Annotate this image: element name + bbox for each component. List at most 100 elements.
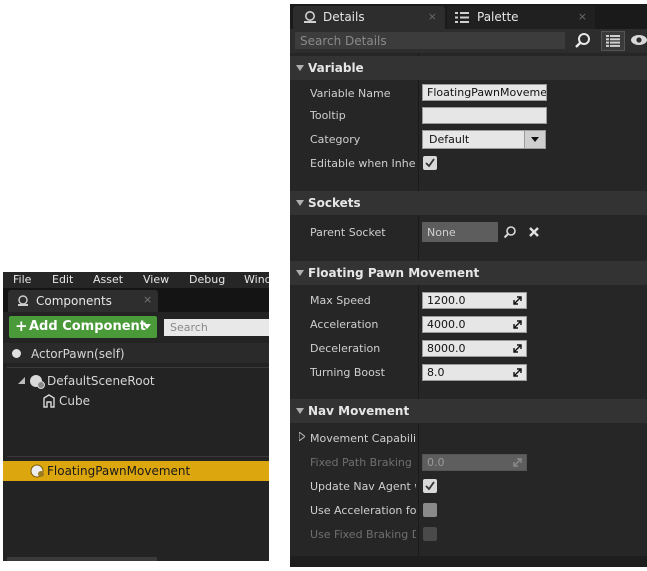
tree-item-cube[interactable]: Cube (3, 391, 269, 411)
fixed-path-braking-label: Fixed Path Braking Distance (310, 456, 416, 469)
use-fixed-braking-label: Use Fixed Braking Distance for Paths (310, 528, 416, 541)
use-acceleration-paths-checkbox[interactable] (423, 503, 437, 517)
update-nav-agent-checkbox[interactable] (423, 479, 437, 493)
search-icon[interactable] (573, 32, 593, 50)
palette-tab-label: Palette (477, 10, 519, 24)
use-fixed-braking-checkbox (423, 527, 437, 541)
menu-file[interactable]: File (13, 273, 31, 286)
plus-icon: + (15, 317, 28, 335)
tooltip-field[interactable] (422, 107, 547, 124)
tree-item-label: DefaultSceneRoot (47, 374, 155, 388)
checkmark-icon (425, 481, 435, 491)
drag-resize-icon[interactable] (513, 320, 522, 329)
turning-boost-value: 8.0 (427, 366, 445, 379)
category-floating-pawn-movement[interactable]: Floating Pawn Movement (290, 261, 647, 285)
acceleration-label: Acceleration (310, 318, 379, 331)
parent-socket-label: Parent Socket (310, 226, 386, 239)
components-tab-icon (18, 295, 28, 306)
max-speed-field[interactable]: 1200.0 (422, 292, 527, 309)
parent-socket-value: None (427, 226, 456, 239)
category-value: Default (429, 133, 470, 146)
menu-view[interactable]: View (143, 273, 169, 286)
details-tab-label: Details (323, 10, 365, 24)
add-component-button[interactable]: + Add Component (9, 316, 157, 338)
close-icon[interactable]: × (143, 293, 152, 306)
tab-details[interactable]: Details × (293, 6, 445, 29)
checkmark-icon (425, 158, 435, 168)
actor-row[interactable]: ActorPawn(self) (3, 343, 269, 363)
collapse-arrow-icon (296, 270, 304, 276)
parent-socket-field[interactable]: None (422, 222, 498, 242)
acceleration-field[interactable]: 4000.0 (422, 316, 527, 333)
menu-bar: File Edit Asset View Debug Wind (3, 272, 269, 288)
editable-inherited-label: Editable when Inherited (310, 157, 416, 170)
menu-edit[interactable]: Edit (52, 273, 73, 286)
acceleration-value: 4000.0 (427, 318, 466, 331)
components-tab-label: Components (36, 294, 112, 308)
drag-resize-icon[interactable] (513, 296, 522, 305)
turning-boost-label: Turning Boost (310, 366, 385, 379)
expand-arrow-icon[interactable] (299, 432, 305, 441)
tree-divider (7, 456, 269, 457)
tab-components[interactable]: Components × (8, 290, 158, 312)
tree-item-floating-pawn-movement[interactable]: FloatingPawnMovement (3, 461, 269, 481)
update-nav-agent-label: Update Nav Agent with Owners Collision (310, 480, 416, 493)
eye-icon[interactable] (629, 33, 647, 47)
magnifier-tab-icon (304, 11, 316, 23)
variable-name-label: Variable Name (310, 87, 391, 100)
scrollbar[interactable] (7, 557, 157, 561)
deceleration-field[interactable]: 8000.0 (422, 340, 527, 357)
list-view-icon (606, 35, 620, 47)
clear-x-icon[interactable] (528, 226, 540, 238)
tree-item-default-scene-root[interactable]: DefaultSceneRoot (3, 371, 269, 391)
scene-root-icon (30, 375, 45, 389)
turning-boost-field[interactable]: 8.0 (422, 364, 527, 381)
view-options-button[interactable] (601, 31, 625, 51)
collapse-arrow-icon (296, 65, 304, 71)
category-title: Sockets (308, 196, 361, 210)
category-dropdown[interactable]: Default (422, 130, 546, 149)
components-tab-row: Components × (3, 288, 269, 312)
fixed-path-braking-field: 0.0 (422, 454, 527, 471)
category-label: Category (310, 133, 361, 146)
fixed-path-braking-value: 0.0 (427, 456, 445, 469)
variable-name-field[interactable]: FloatingPawnMovement (422, 84, 547, 101)
add-component-label: Add Component (29, 319, 146, 334)
palette-list-icon (455, 12, 469, 23)
category-variable[interactable]: Variable (290, 56, 647, 80)
category-nav-movement[interactable]: Nav Movement (290, 399, 647, 423)
close-icon[interactable]: × (428, 10, 437, 23)
close-icon[interactable]: × (578, 10, 587, 23)
expand-arrow-icon[interactable] (18, 377, 26, 385)
tree-item-label: FloatingPawnMovement (47, 464, 191, 478)
use-acceleration-paths-label: Use Acceleration for Paths (310, 504, 416, 517)
category-sockets[interactable]: Sockets (290, 191, 647, 215)
menu-debug[interactable]: Debug (189, 273, 225, 286)
actor-label: ActorPawn(self) (31, 347, 125, 361)
tab-palette[interactable]: Palette × (447, 6, 595, 29)
menu-window[interactable]: Wind (244, 273, 269, 286)
deceleration-label: Deceleration (310, 342, 381, 355)
browse-search-icon[interactable] (503, 225, 517, 239)
collapse-arrow-icon (296, 200, 304, 206)
tree-divider (7, 367, 269, 368)
chevron-down-icon (524, 131, 545, 148)
category-title: Nav Movement (308, 404, 410, 418)
drag-resize-icon[interactable] (513, 368, 522, 377)
tooltip-label: Tooltip (310, 109, 346, 122)
column-divider[interactable] (418, 53, 419, 567)
menu-asset[interactable]: Asset (93, 273, 123, 286)
details-panel: Details × Palette × Search Details Varia… (290, 4, 647, 567)
static-mesh-icon (43, 394, 55, 408)
max-speed-label: Max Speed (310, 294, 371, 307)
components-panel: File Edit Asset View Debug Wind Componen… (3, 272, 269, 561)
drag-resize-icon[interactable] (513, 344, 522, 353)
details-tab-row: Details × Palette × (290, 4, 647, 29)
components-body: + Add Component ActorPawn(self) DefaultS… (3, 312, 269, 561)
details-search-input[interactable] (295, 32, 565, 49)
components-search-input[interactable] (164, 319, 269, 336)
max-speed-value: 1200.0 (427, 294, 466, 307)
panel-footer (290, 556, 647, 567)
editable-inherited-checkbox[interactable] (423, 156, 437, 170)
category-title: Floating Pawn Movement (308, 266, 480, 280)
